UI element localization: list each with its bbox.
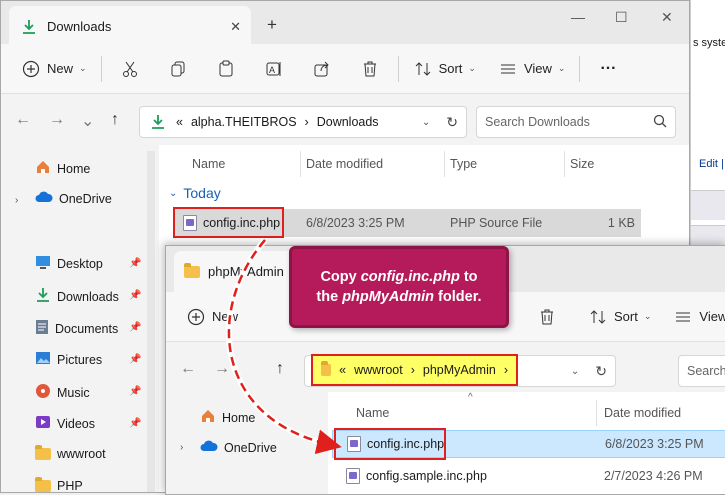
callout-line-1: Copy config.inc.php to <box>320 269 478 285</box>
callout-line-2: the phpMyAdmin folder. <box>316 289 482 305</box>
instruction-callout: Copy config.inc.php to the phpMyAdmin fo… <box>289 246 509 328</box>
